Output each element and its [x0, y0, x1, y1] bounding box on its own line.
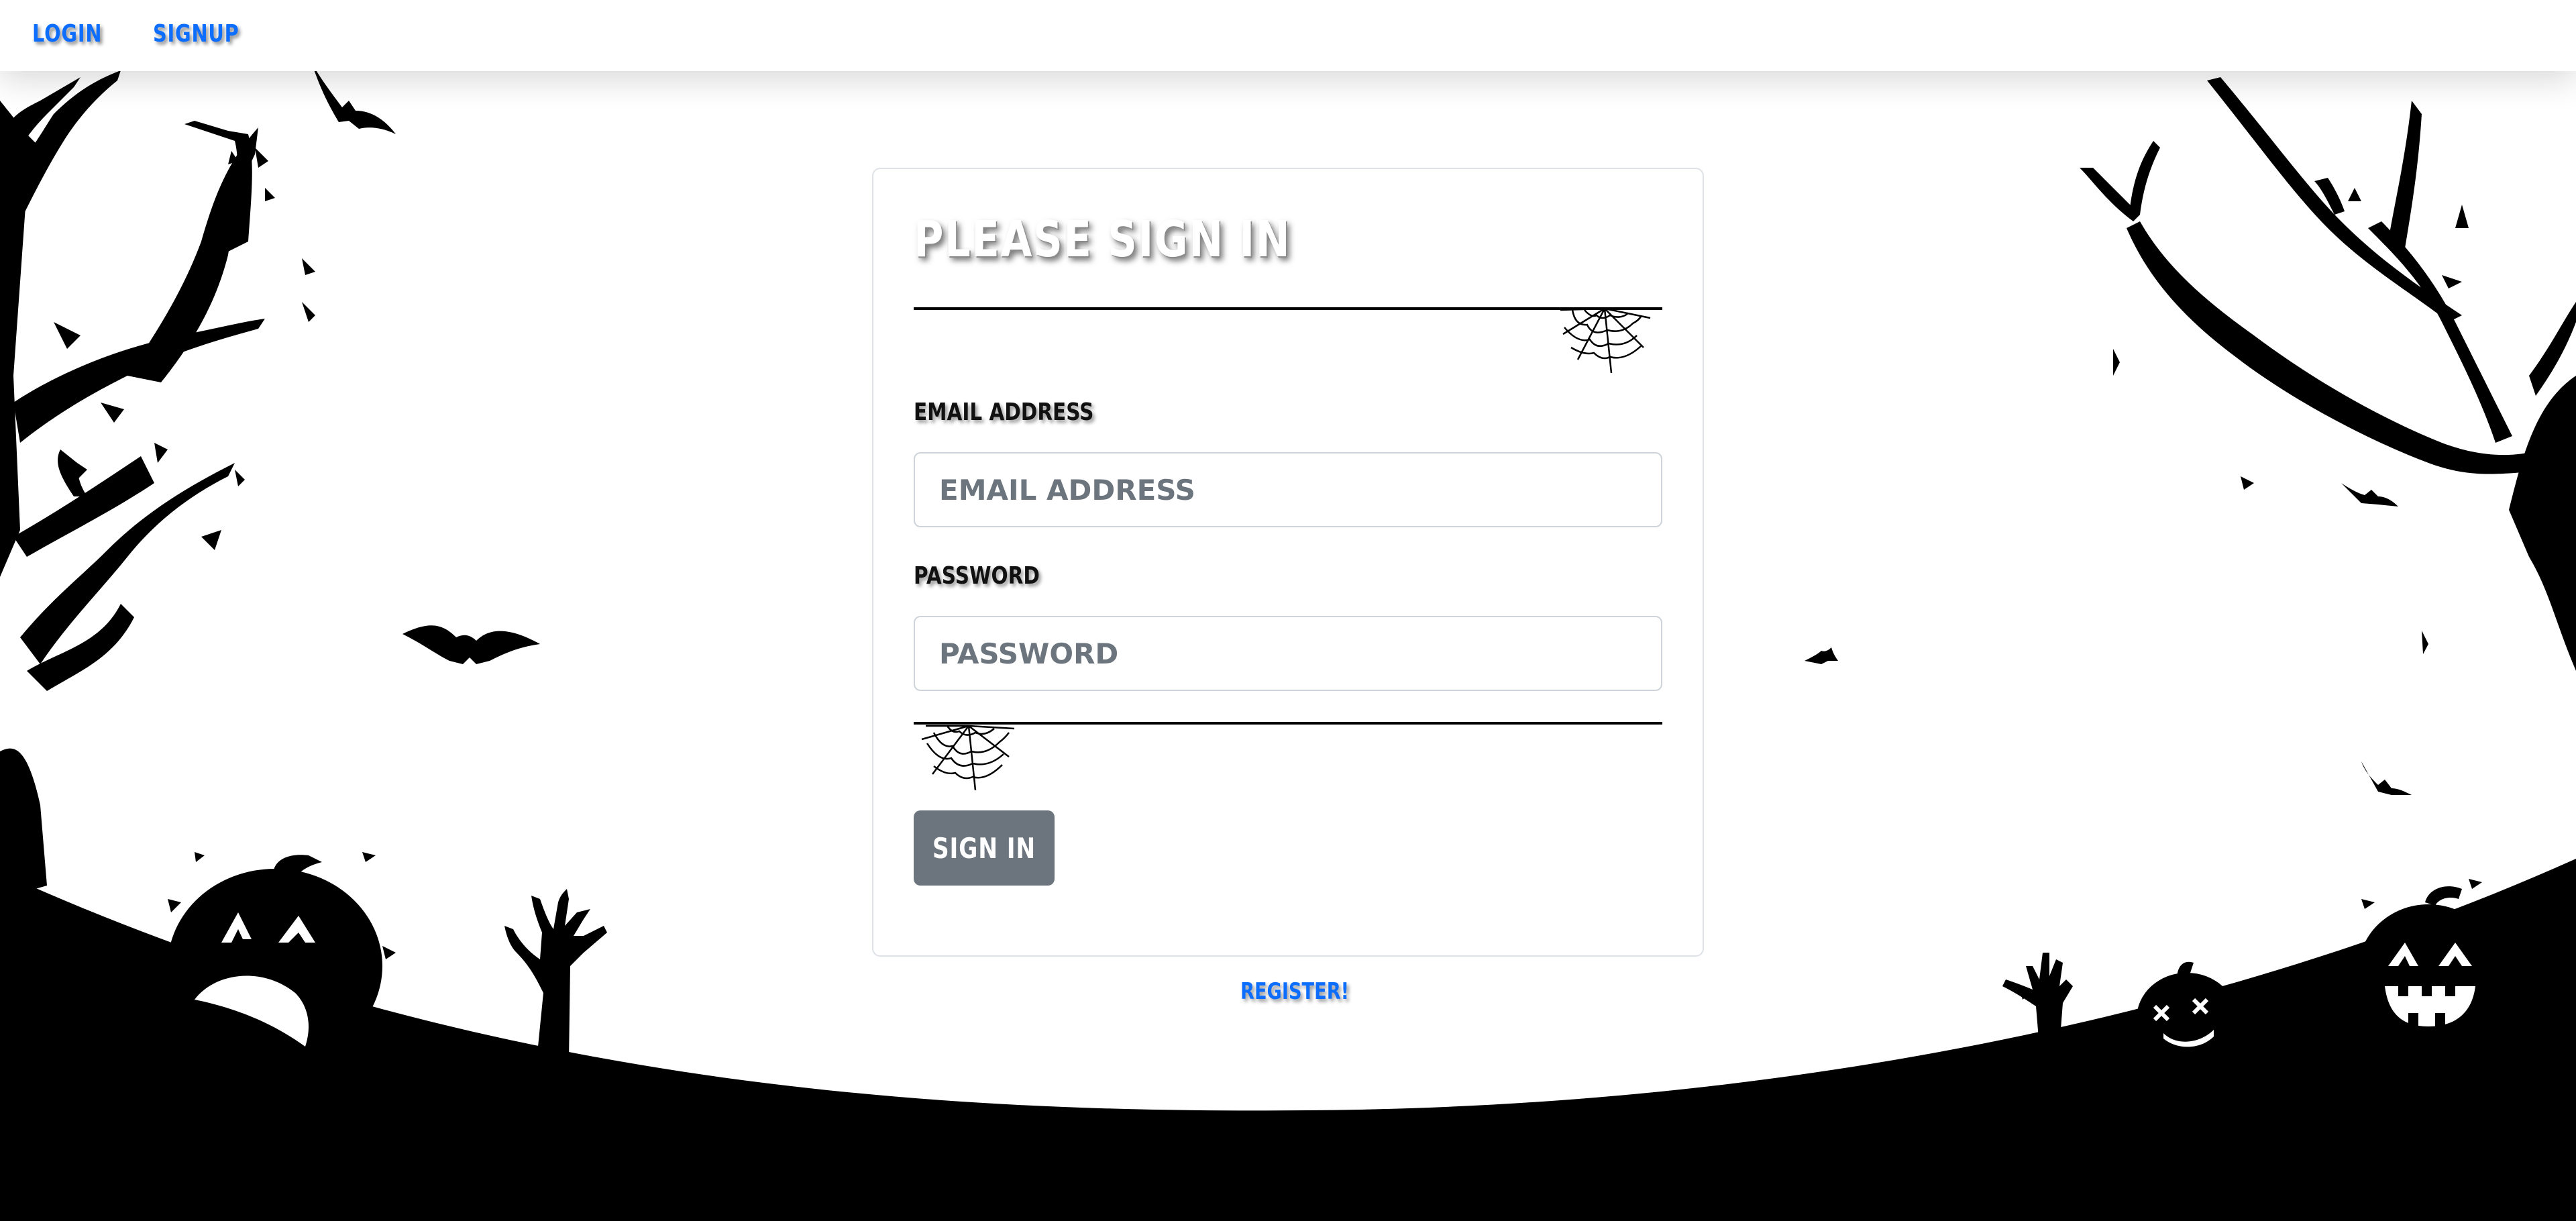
title-divider: [914, 307, 1662, 310]
sign-in-button-label: SIGN IN: [932, 831, 1036, 865]
bat-icon: [402, 625, 540, 664]
top-navbar: LOGIN SIGNUP: [0, 0, 2576, 71]
jack-o-lantern-icon: [168, 855, 382, 1063]
bat-icon: [312, 64, 396, 134]
spiderweb-icon: [921, 725, 1015, 790]
dead-tree-right-icon: [2080, 77, 2576, 671]
email-input[interactable]: [914, 452, 1662, 527]
jack-o-lantern-icon: [2137, 961, 2237, 1064]
zombie-hand-icon: [504, 889, 607, 1060]
password-label: PASSWORD: [914, 562, 1040, 590]
register-link[interactable]: REGISTER!: [1240, 978, 1349, 1005]
bat-icon: [2361, 761, 2412, 795]
nav-signup-link[interactable]: SIGNUP: [153, 20, 239, 48]
email-label: EMAIL ADDRESS: [914, 399, 1094, 426]
bat-icon: [1805, 647, 1838, 664]
form-divider: [914, 722, 1662, 725]
nav-login-link[interactable]: LOGIN: [32, 20, 102, 48]
sign-in-button[interactable]: SIGN IN: [914, 810, 1055, 886]
password-input[interactable]: [914, 616, 1662, 691]
spiderweb-icon: [1560, 307, 1651, 373]
bat-icon: [2341, 483, 2398, 507]
sign-in-card: PLEASE SIGN IN EMAIL ADDRESS PASSWORD SI…: [872, 168, 1704, 957]
page-title: PLEASE SIGN IN: [914, 211, 1291, 268]
